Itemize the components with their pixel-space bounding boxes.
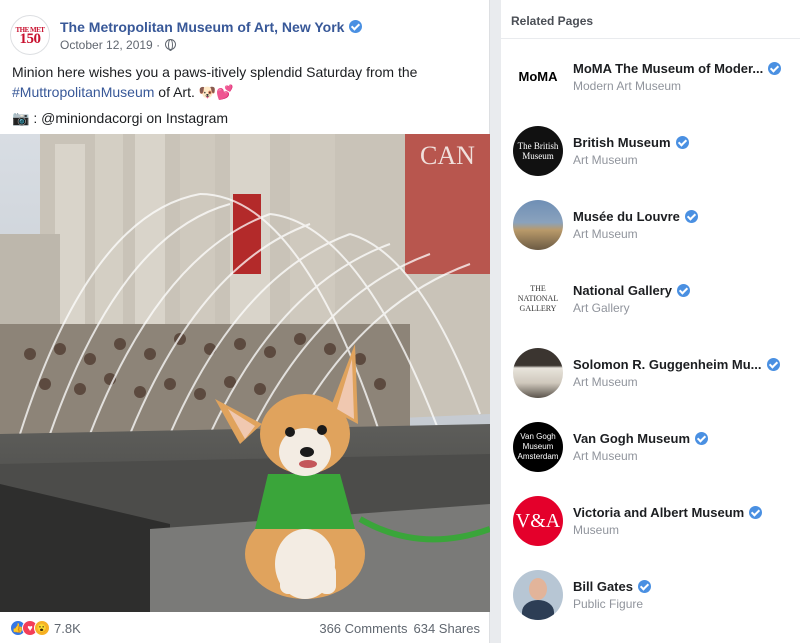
related-pages-panel: Related Pages MoMA MoMA The Museum of Mo… — [501, 0, 800, 643]
verified-badge-icon — [676, 284, 690, 297]
reaction-count[interactable]: 7.8K — [54, 621, 81, 636]
banner-text: CAN — [420, 141, 475, 170]
related-page-name[interactable]: Bill Gates — [573, 579, 633, 594]
page-avatar[interactable]: THE MET 150 — [10, 15, 50, 55]
moma-logo: MoMA — [513, 52, 563, 102]
post-text: Minion here wishes you a paws-itively sp… — [12, 62, 482, 128]
related-page-item[interactable]: MoMA MoMA The Museum of Moder... Modern … — [513, 52, 793, 102]
post-text-line1: Minion here wishes you a paws-itively sp… — [12, 64, 418, 80]
related-page-item[interactable]: Van Gogh Museum Amsterdam Van Gogh Museu… — [513, 422, 793, 472]
related-page-category: Art Museum — [573, 375, 638, 389]
post-header: THE MET 150 The Metropolitan Museum of A… — [10, 14, 363, 56]
verified-badge-icon — [675, 136, 689, 149]
globe-icon — [165, 39, 177, 51]
related-page-item[interactable]: The British Museum British Museum Art Mu… — [513, 126, 793, 176]
verified-badge-icon — [749, 506, 763, 519]
corgi-fountain-photo: CAN — [0, 134, 490, 612]
post-photo[interactable]: CAN — [0, 134, 490, 612]
verified-badge-icon — [684, 210, 698, 223]
related-page-name[interactable]: MoMA The Museum of Moder... — [573, 61, 763, 76]
related-page-category: Art Museum — [573, 449, 638, 463]
verified-badge-icon — [637, 580, 651, 593]
comments-count[interactable]: 366 Comments — [319, 621, 407, 636]
post-date[interactable]: October 12, 2019 · — [60, 38, 160, 52]
related-page-category: Public Figure — [573, 597, 644, 611]
van-gogh-logo: Van Gogh Museum Amsterdam — [513, 422, 563, 472]
related-page-item[interactable]: Musée du Louvre Art Museum — [513, 200, 793, 250]
post-text-line2: of Art. 🐶💕 — [154, 84, 234, 100]
related-page-name[interactable]: Victoria and Albert Museum — [573, 505, 744, 520]
related-page-category: Modern Art Museum — [573, 79, 682, 93]
national-gallery-logo: THE NATIONAL GALLERY — [513, 274, 563, 324]
va-logo: V&A — [513, 496, 563, 546]
photo-credit: 📷 : @miniondacorgi on Instagram — [12, 110, 229, 126]
page-name-link[interactable]: The Metropolitan Museum of Art, New York — [60, 19, 363, 35]
related-page-category: Museum — [573, 523, 620, 537]
related-page-item[interactable]: V&A Victoria and Albert Museum Museum — [513, 496, 793, 546]
british-museum-logo-text: The British Museum — [517, 141, 559, 161]
related-page-item[interactable]: THE NATIONAL GALLERY National Gallery Ar… — [513, 274, 793, 324]
moma-logo-text: MoMA — [518, 69, 558, 84]
page-name[interactable]: The Metropolitan Museum of Art, New York — [60, 19, 344, 35]
british-museum-logo: The British Museum — [513, 126, 563, 176]
wow-reaction-icon: 😮 — [34, 620, 50, 636]
hashtag-link[interactable]: #MuttropolitanMuseum — [12, 84, 154, 100]
related-page-category: Art Museum — [573, 227, 638, 241]
verified-badge-icon — [766, 358, 780, 371]
post-card: THE MET 150 The Metropolitan Museum of A… — [0, 0, 490, 643]
louvre-photo-avatar — [513, 200, 563, 250]
shares-count[interactable]: 634 Shares — [414, 621, 481, 636]
related-pages-title: Related Pages — [511, 14, 594, 28]
guggenheim-photo-avatar — [513, 348, 563, 398]
post-footer: 👍 ♥ 😮 7.8K 366 Comments 634 Shares — [10, 620, 480, 636]
reactions[interactable]: 👍 ♥ 😮 7.8K — [10, 620, 81, 636]
van-gogh-logo-text: Van Gogh Museum Amsterdam — [517, 432, 559, 461]
related-page-item[interactable]: Bill Gates Public Figure — [513, 570, 793, 620]
related-page-item[interactable]: Solomon R. Guggenheim Mu... Art Museum — [513, 348, 793, 398]
related-page-category: Art Museum — [573, 153, 638, 167]
va-logo-text: V&A — [515, 510, 561, 532]
related-page-name[interactable]: Solomon R. Guggenheim Mu... — [573, 357, 762, 372]
verified-badge-icon — [768, 62, 782, 75]
national-gallery-logo-text: THE NATIONAL GALLERY — [517, 284, 559, 313]
verified-badge-icon — [695, 432, 709, 445]
related-page-name[interactable]: British Museum — [573, 135, 671, 150]
related-page-name[interactable]: Musée du Louvre — [573, 209, 680, 224]
related-page-category: Art Gallery — [573, 301, 630, 315]
related-page-name[interactable]: Van Gogh Museum — [573, 431, 690, 446]
verified-badge-icon — [349, 20, 363, 33]
bill-gates-avatar — [513, 570, 563, 620]
related-page-name[interactable]: National Gallery — [573, 283, 672, 298]
divider — [501, 38, 800, 39]
avatar-text-big: 150 — [19, 30, 41, 47]
